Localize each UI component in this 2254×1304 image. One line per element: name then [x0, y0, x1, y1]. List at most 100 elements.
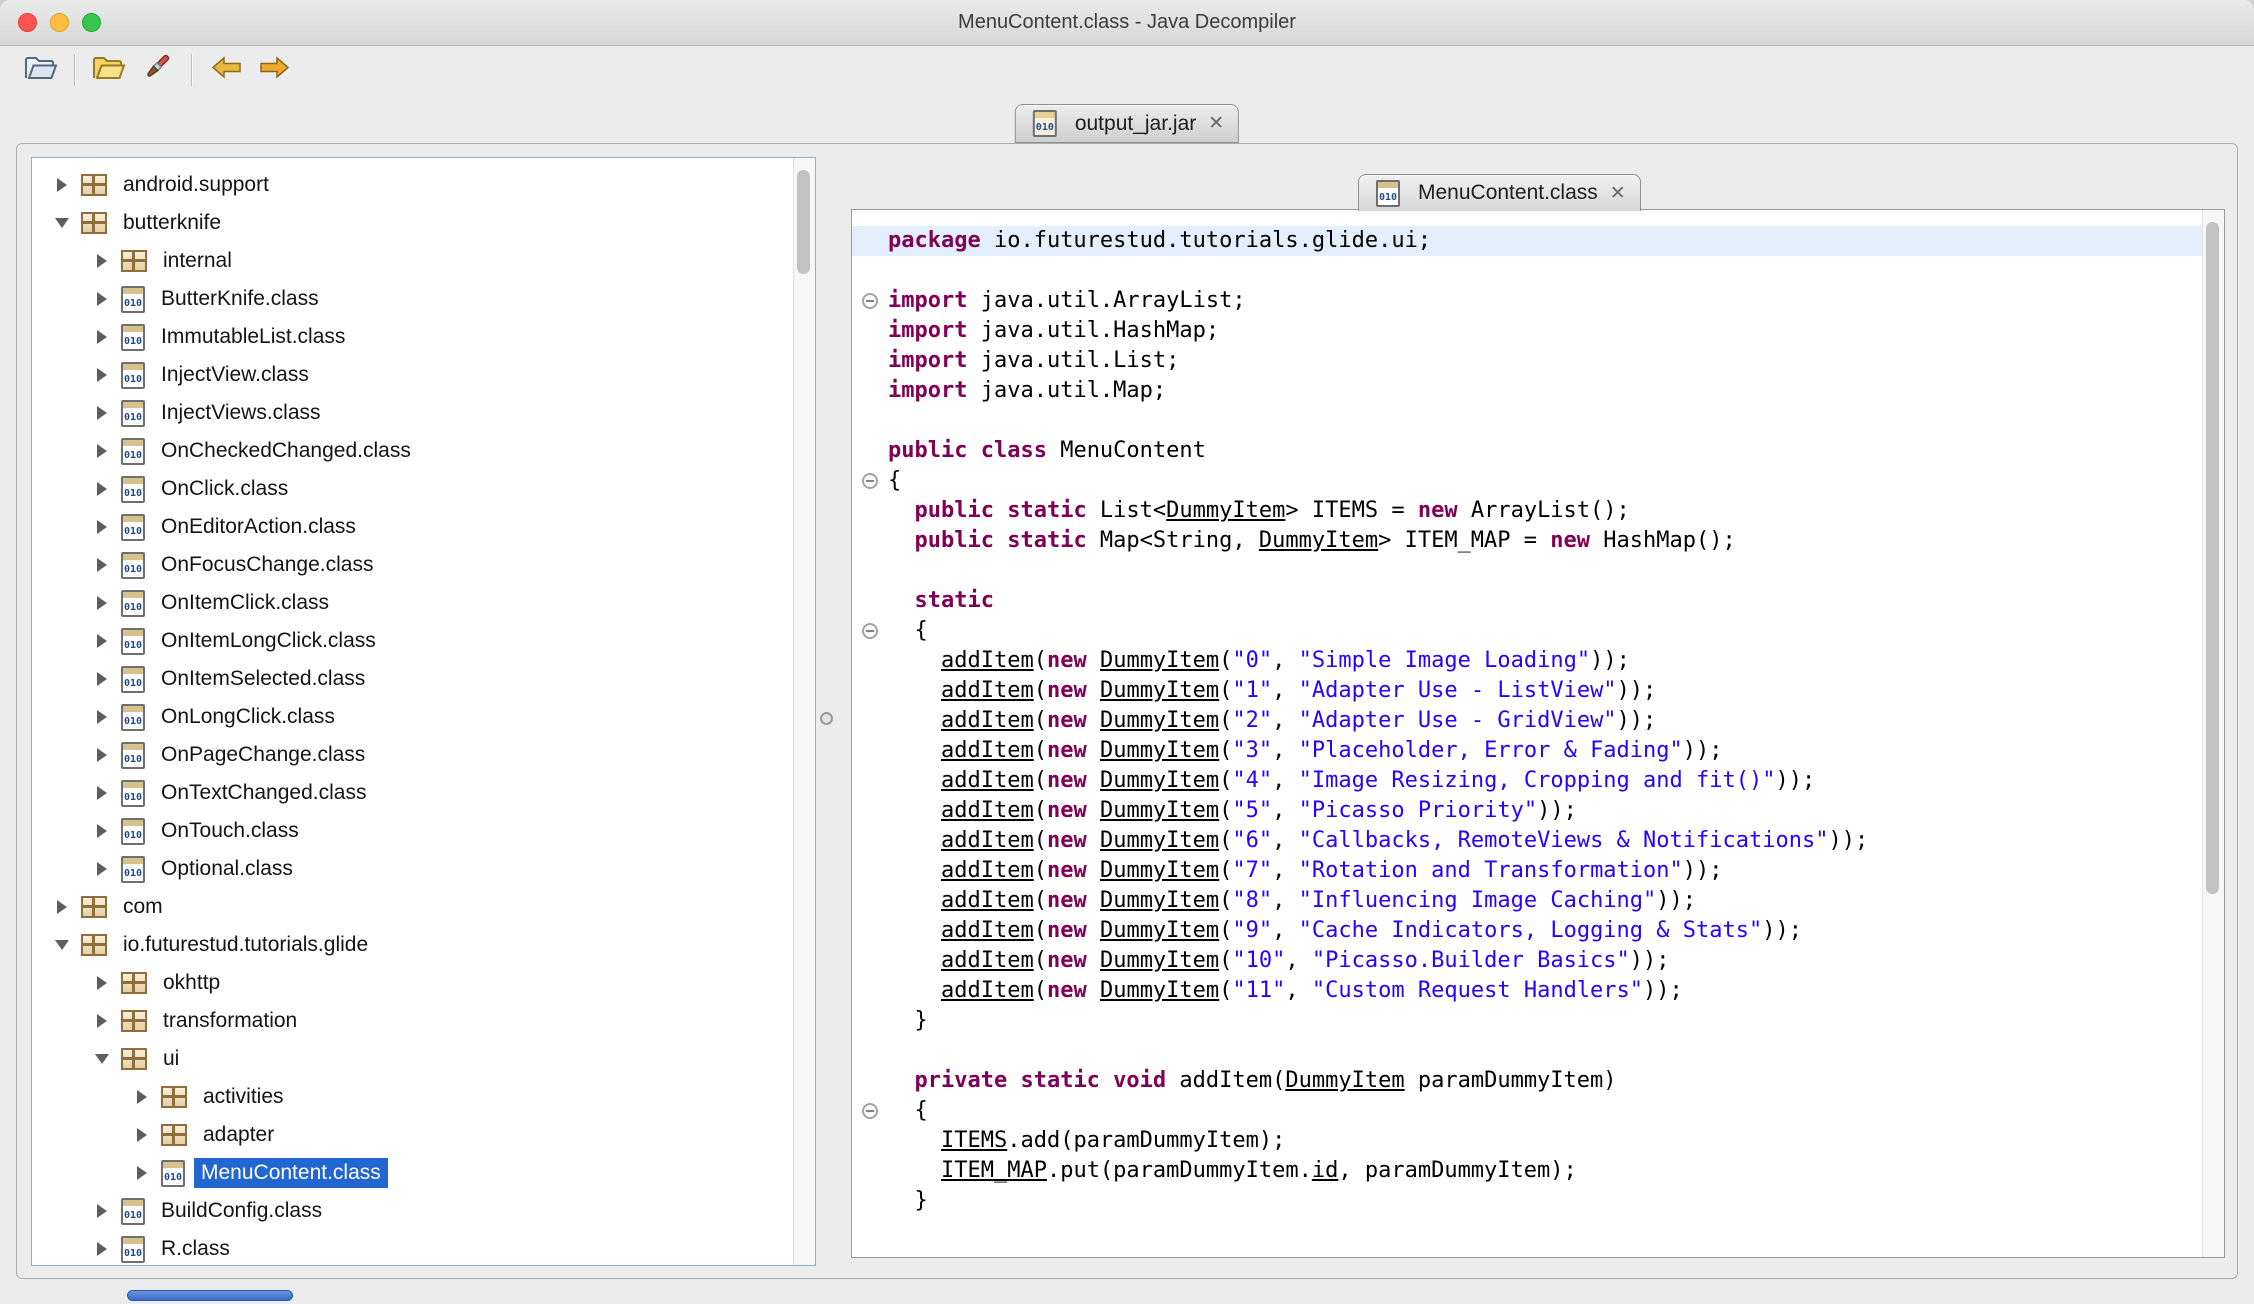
code-vertical-scrollbar[interactable] [2202, 210, 2224, 1257]
code-line: import java.util.ArrayList; [852, 286, 2202, 316]
tree-item-ontouch-class[interactable]: 010 OnTouch.class [32, 812, 815, 850]
tree-item-immutablelist-class[interactable]: 010 ImmutableList.class [32, 318, 815, 356]
chevron-right-icon[interactable] [88, 858, 116, 880]
code-line: addItem(new DummyItem("7", "Rotation and… [852, 856, 2202, 886]
chevron-right-icon[interactable] [88, 288, 116, 310]
package-tree: android.support butterknife internal 010 But… [32, 158, 815, 1265]
fold-collapse-icon[interactable] [862, 293, 878, 309]
save-sources-button[interactable] [133, 49, 181, 91]
source-tab-close-icon[interactable]: ✕ [1610, 182, 1626, 205]
chevron-right-icon[interactable] [128, 1124, 156, 1146]
class-icon: 010 [121, 589, 145, 617]
tree-item-onitemclick-class[interactable]: 010 OnItemClick.class [32, 584, 815, 622]
tree-item-com[interactable]: com [32, 888, 815, 926]
code-text: addItem(new DummyItem("10", "Picasso.Bui… [940, 948, 1670, 973]
open-jar-button[interactable] [85, 49, 133, 91]
fold-collapse-icon[interactable] [862, 623, 878, 639]
class-icon: 010 [121, 513, 145, 541]
code-line: addItem(new DummyItem("11", "Custom Requ… [852, 976, 2202, 1006]
chevron-right-icon[interactable] [88, 1200, 116, 1222]
code-line [852, 1036, 2202, 1066]
class-icon: 010 [121, 361, 145, 389]
minimize-window-button[interactable] [50, 13, 69, 32]
class-icon: 010 [121, 1235, 145, 1263]
code-scrollbar-thumb[interactable] [2206, 222, 2219, 894]
tree-item-transformation[interactable]: transformation [32, 1002, 815, 1040]
open-file-button[interactable] [16, 49, 64, 91]
chevron-right-icon[interactable] [48, 174, 76, 196]
chevron-right-icon[interactable] [88, 402, 116, 424]
chevron-right-icon[interactable] [88, 820, 116, 842]
code-line: } [852, 1186, 2202, 1216]
tree-item-adapter[interactable]: adapter [32, 1116, 815, 1154]
tree-item-activities[interactable]: activities [32, 1078, 815, 1116]
tab-output-jar[interactable]: 010 output_jar.jar ✕ [1014, 104, 1240, 143]
tree-item-oncheckedchanged-class[interactable]: 010 OnCheckedChanged.class [32, 432, 815, 470]
chevron-right-icon[interactable] [88, 364, 116, 386]
tree-item-oneditoraction-class[interactable]: 010 OnEditorAction.class [32, 508, 815, 546]
chevron-right-icon[interactable] [88, 326, 116, 348]
tree-item-menucontent-class[interactable]: 010 MenuContent.class [32, 1154, 815, 1192]
tree-item-okhttp[interactable]: okhttp [32, 964, 815, 1002]
tab-menucontent-class[interactable]: 010 MenuContent.class ✕ [1358, 174, 1641, 211]
fold-collapse-icon[interactable] [862, 1103, 878, 1119]
tree-item-ui[interactable]: ui [32, 1040, 815, 1078]
tree-scrollbar-thumb[interactable] [797, 170, 810, 274]
code-panel: package io.futurestud.tutorials.glide.ui… [851, 209, 2225, 1258]
chevron-right-icon[interactable] [128, 1086, 156, 1108]
chevron-down-icon[interactable] [48, 934, 76, 956]
chevron-right-icon[interactable] [88, 1010, 116, 1032]
tree-item-injectview-class[interactable]: 010 InjectView.class [32, 356, 815, 394]
splitter-handle[interactable] [820, 712, 833, 725]
tree-item-internal[interactable]: internal [32, 242, 815, 280]
jar-tab-close-icon[interactable]: ✕ [1208, 112, 1224, 135]
tree-item-r-class[interactable]: 010 R.class [32, 1230, 815, 1265]
code-line [852, 556, 2202, 586]
chevron-right-icon[interactable] [128, 1162, 156, 1184]
tree-vertical-scrollbar[interactable] [793, 158, 815, 1265]
tree-item-android-support[interactable]: android.support [32, 166, 815, 204]
tree-item-optional-class[interactable]: 010 Optional.class [32, 850, 815, 888]
chevron-right-icon[interactable] [88, 516, 116, 538]
tree-item-io-futurestud-tutorials-glide[interactable]: io.futurestud.tutorials.glide [32, 926, 815, 964]
tree-item-ontextchanged-class[interactable]: 010 OnTextChanged.class [32, 774, 815, 812]
arrow-left-icon [211, 55, 242, 84]
tree-item-butterknife-class[interactable]: 010 ButterKnife.class [32, 280, 815, 318]
chevron-down-icon[interactable] [88, 1048, 116, 1070]
tree-item-onitemlongclick-class[interactable]: 010 OnItemLongClick.class [32, 622, 815, 660]
tree-item-buildconfig-class[interactable]: 010 BuildConfig.class [32, 1192, 815, 1230]
tree-item-butterknife[interactable]: butterknife [32, 204, 815, 242]
code-line: addItem(new DummyItem("3", "Placeholder,… [852, 736, 2202, 766]
zoom-window-button[interactable] [82, 13, 101, 32]
chevron-right-icon[interactable] [88, 972, 116, 994]
chevron-right-icon[interactable] [88, 1238, 116, 1260]
chevron-right-icon[interactable] [88, 782, 116, 804]
close-window-button[interactable] [18, 13, 37, 32]
chevron-right-icon[interactable] [88, 592, 116, 614]
tree-item-label: ui [163, 1047, 180, 1070]
chevron-right-icon[interactable] [88, 630, 116, 652]
code-line: ITEMS.add(paramDummyItem); [852, 1126, 2202, 1156]
chevron-right-icon[interactable] [88, 554, 116, 576]
code-text: addItem(new DummyItem("6", "Callbacks, R… [940, 828, 1869, 853]
fold-collapse-icon[interactable] [862, 473, 878, 489]
chevron-right-icon[interactable] [88, 706, 116, 728]
chevron-right-icon[interactable] [88, 668, 116, 690]
tree-item-injectviews-class[interactable]: 010 InjectViews.class [32, 394, 815, 432]
tree-item-onclick-class[interactable]: 010 OnClick.class [32, 470, 815, 508]
chevron-right-icon[interactable] [48, 896, 76, 918]
forward-button[interactable] [250, 49, 298, 91]
chevron-right-icon[interactable] [88, 478, 116, 500]
tree-item-onlongclick-class[interactable]: 010 OnLongClick.class [32, 698, 815, 736]
back-button[interactable] [202, 49, 250, 91]
code-line [852, 256, 2202, 286]
tree-item-onfocuschange-class[interactable]: 010 OnFocusChange.class [32, 546, 815, 584]
chevron-right-icon[interactable] [88, 250, 116, 272]
tree-horizontal-scrollbar[interactable] [127, 1290, 293, 1301]
tree-item-onitemselected-class[interactable]: 010 OnItemSelected.class [32, 660, 815, 698]
chevron-right-icon[interactable] [88, 744, 116, 766]
tree-item-label: OnItemSelected.class [161, 667, 366, 690]
tree-item-onpagechange-class[interactable]: 010 OnPageChange.class [32, 736, 815, 774]
chevron-down-icon[interactable] [48, 212, 76, 234]
chevron-right-icon[interactable] [88, 440, 116, 462]
